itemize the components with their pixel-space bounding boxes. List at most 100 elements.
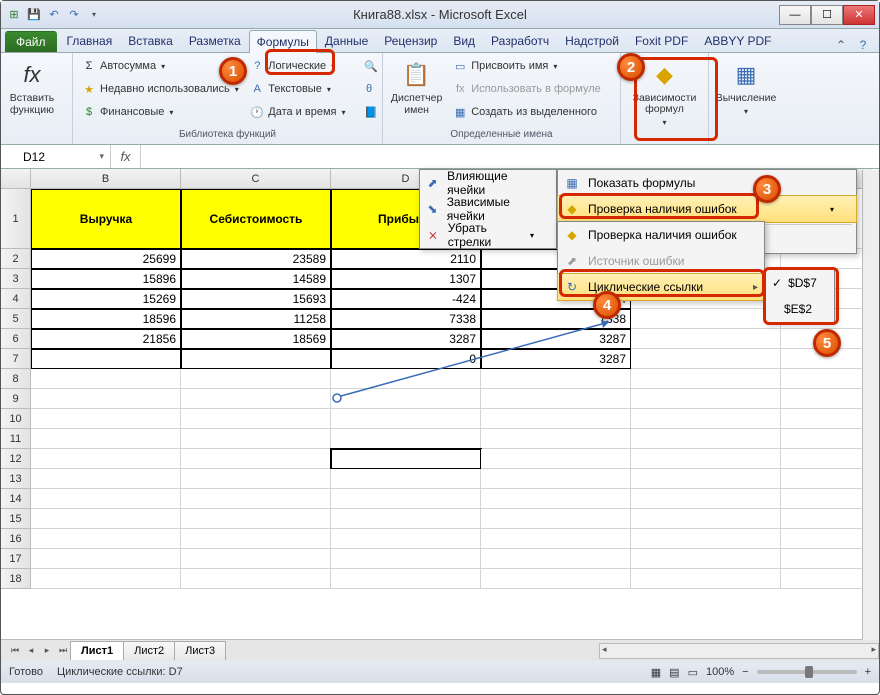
- cell-r12c5[interactable]: [781, 449, 871, 469]
- cell-r8c4[interactable]: [631, 369, 781, 389]
- cell-r8c3[interactable]: [481, 369, 631, 389]
- cell-B2[interactable]: 25699: [31, 249, 181, 269]
- row-header-1[interactable]: 1: [1, 189, 31, 249]
- cell-r17c4[interactable]: [631, 549, 781, 569]
- row-header-7[interactable]: 7: [1, 349, 31, 369]
- cell-r18c0[interactable]: [31, 569, 181, 589]
- name-box[interactable]: D12: [1, 145, 111, 168]
- cell-r15c3[interactable]: [481, 509, 631, 529]
- cell-r9c1[interactable]: [181, 389, 331, 409]
- circular-ref-2[interactable]: $E$2: [766, 296, 834, 322]
- cell-r11c0[interactable]: [31, 429, 181, 449]
- zoom-slider[interactable]: [757, 670, 857, 674]
- text-button[interactable]: AТекстовые▾: [245, 78, 358, 100]
- tab-file[interactable]: Файл: [5, 31, 57, 52]
- cell-F5[interactable]: [631, 309, 781, 329]
- maximize-button[interactable]: ☐: [811, 5, 843, 25]
- fx-label-icon[interactable]: fx: [111, 145, 141, 168]
- cell-r10c3[interactable]: [481, 409, 631, 429]
- cell-r17c2[interactable]: [331, 549, 481, 569]
- tab-formulas[interactable]: Формулы: [249, 30, 317, 53]
- cell-B1[interactable]: Выручка: [31, 189, 181, 249]
- cell-B7[interactable]: [31, 349, 181, 369]
- zoom-in-button[interactable]: +: [865, 666, 871, 678]
- cell-r15c5[interactable]: [781, 509, 871, 529]
- error-check-sub-item[interactable]: ◆Проверка наличия ошибок: [558, 222, 764, 248]
- row-header-2[interactable]: 2: [1, 249, 31, 269]
- math-button[interactable]: θ: [360, 78, 378, 100]
- row-header-17[interactable]: 17: [1, 549, 31, 569]
- cell-B5[interactable]: 18596: [31, 309, 181, 329]
- cell-r15c1[interactable]: [181, 509, 331, 529]
- cell-r18c1[interactable]: [181, 569, 331, 589]
- cell-r9c4[interactable]: [631, 389, 781, 409]
- recent-button[interactable]: ★Недавно использовались▾: [77, 78, 243, 100]
- cell-D4[interactable]: -424: [331, 289, 481, 309]
- cell-r10c5[interactable]: [781, 409, 871, 429]
- cell-D5[interactable]: 7338: [331, 309, 481, 329]
- sheet-tab-1[interactable]: Лист1: [70, 641, 124, 660]
- financial-button[interactable]: $Финансовые▾: [77, 101, 243, 123]
- cell-r12c3[interactable]: [481, 449, 631, 469]
- cell-C7[interactable]: [181, 349, 331, 369]
- create-from-selection-button[interactable]: ▦Создать из выделенного: [448, 101, 616, 123]
- cell-r17c3[interactable]: [481, 549, 631, 569]
- cell-r11c4[interactable]: [631, 429, 781, 449]
- cell-r11c5[interactable]: [781, 429, 871, 449]
- cell-C6[interactable]: 18569: [181, 329, 331, 349]
- view-layout-icon[interactable]: ▤: [669, 666, 679, 679]
- cell-B3[interactable]: 15896: [31, 269, 181, 289]
- cell-C4[interactable]: 15693: [181, 289, 331, 309]
- cell-r11c3[interactable]: [481, 429, 631, 449]
- cell-r16c2[interactable]: [331, 529, 481, 549]
- insert-function-button[interactable]: fx Вставить функцию: [5, 55, 59, 127]
- cell-r16c1[interactable]: [181, 529, 331, 549]
- redo-icon[interactable]: ↷: [65, 6, 83, 24]
- cell-B4[interactable]: 15269: [31, 289, 181, 309]
- cell-r8c0[interactable]: [31, 369, 181, 389]
- select-all-corner[interactable]: [1, 169, 31, 189]
- horizontal-scrollbar[interactable]: [599, 643, 879, 659]
- row-header-10[interactable]: 10: [1, 409, 31, 429]
- help-icon[interactable]: ?: [855, 38, 871, 52]
- tab-nav-first[interactable]: ⏮: [7, 643, 23, 659]
- error-checking-item[interactable]: ◆Проверка наличия ошибок▾: [558, 196, 856, 222]
- cell-r17c5[interactable]: [781, 549, 871, 569]
- cell-r15c2[interactable]: [331, 509, 481, 529]
- minimize-button[interactable]: —: [779, 5, 811, 25]
- cell-F6[interactable]: [631, 329, 781, 349]
- cell-r10c0[interactable]: [31, 409, 181, 429]
- cell-C3[interactable]: 14589: [181, 269, 331, 289]
- cell-r14c2[interactable]: [331, 489, 481, 509]
- tab-home[interactable]: Главная: [59, 29, 121, 52]
- more-fn-button[interactable]: 📘: [360, 101, 378, 123]
- cell-C5[interactable]: 11258: [181, 309, 331, 329]
- calculation-button[interactable]: ▦ Вычисление ▾: [713, 55, 779, 127]
- row-header-18[interactable]: 18: [1, 569, 31, 589]
- circular-refs-item[interactable]: ↻Циклические ссылки: [558, 274, 764, 300]
- circular-ref-1[interactable]: ✓$D$7: [766, 270, 834, 296]
- cell-E6[interactable]: 3287: [481, 329, 631, 349]
- cell-r14c3[interactable]: [481, 489, 631, 509]
- cell-r14c0[interactable]: [31, 489, 181, 509]
- cell-r18c3[interactable]: [481, 569, 631, 589]
- tab-nav-next[interactable]: ▸: [39, 643, 55, 659]
- row-header-14[interactable]: 14: [1, 489, 31, 509]
- cell-D2[interactable]: 2110: [331, 249, 481, 269]
- tab-developer[interactable]: Разработч: [483, 29, 557, 52]
- cell-r10c4[interactable]: [631, 409, 781, 429]
- name-manager-button[interactable]: 📋 Диспетчер имен: [387, 55, 446, 127]
- cell-D7[interactable]: 0: [331, 349, 481, 369]
- tab-foxit[interactable]: Foxit PDF: [627, 29, 696, 52]
- cell-C2[interactable]: 23589: [181, 249, 331, 269]
- show-formulas-item[interactable]: ▦Показать формулы: [558, 170, 856, 196]
- trace-dependents-item[interactable]: ⬊Зависимые ячейки: [420, 196, 556, 222]
- ribbon-minimize-icon[interactable]: ⌃: [833, 38, 849, 52]
- vertical-scrollbar[interactable]: [862, 170, 879, 640]
- view-normal-icon[interactable]: ▦: [651, 666, 661, 679]
- cell-r16c3[interactable]: [481, 529, 631, 549]
- define-name-button[interactable]: ▭Присвоить имя▾: [448, 55, 616, 77]
- close-button[interactable]: ✕: [843, 5, 875, 25]
- logical-button[interactable]: ?Логические▾: [245, 55, 358, 77]
- cell-r13c2[interactable]: [331, 469, 481, 489]
